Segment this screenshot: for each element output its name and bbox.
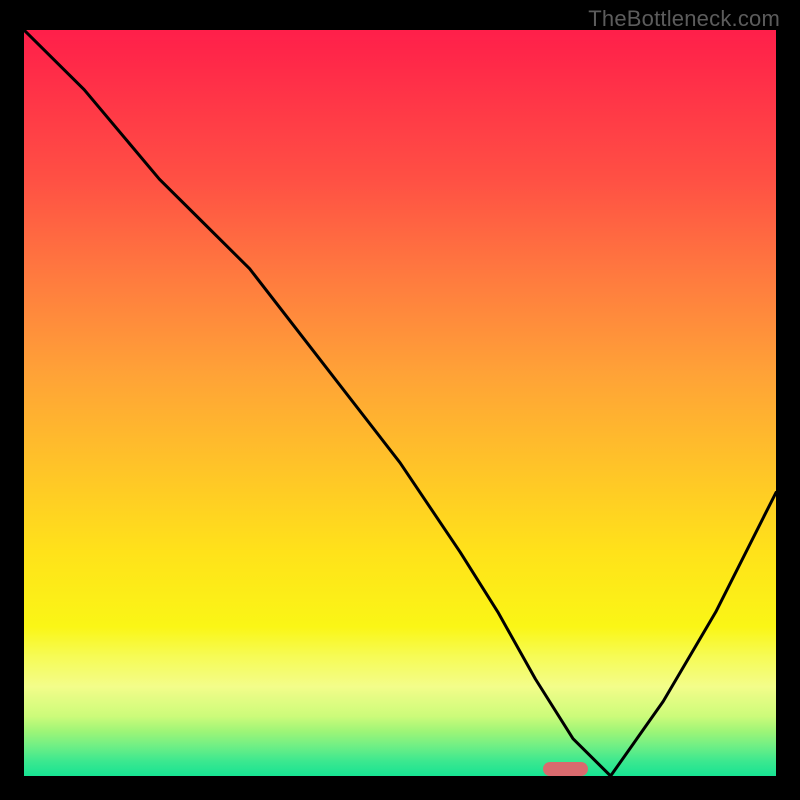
plot-area bbox=[24, 30, 776, 776]
watermark-text: TheBottleneck.com bbox=[588, 6, 780, 32]
chart-frame: TheBottleneck.com bbox=[0, 0, 800, 800]
bottleneck-curve bbox=[24, 30, 776, 776]
curve-svg bbox=[24, 30, 776, 776]
optimum-marker bbox=[543, 762, 588, 776]
